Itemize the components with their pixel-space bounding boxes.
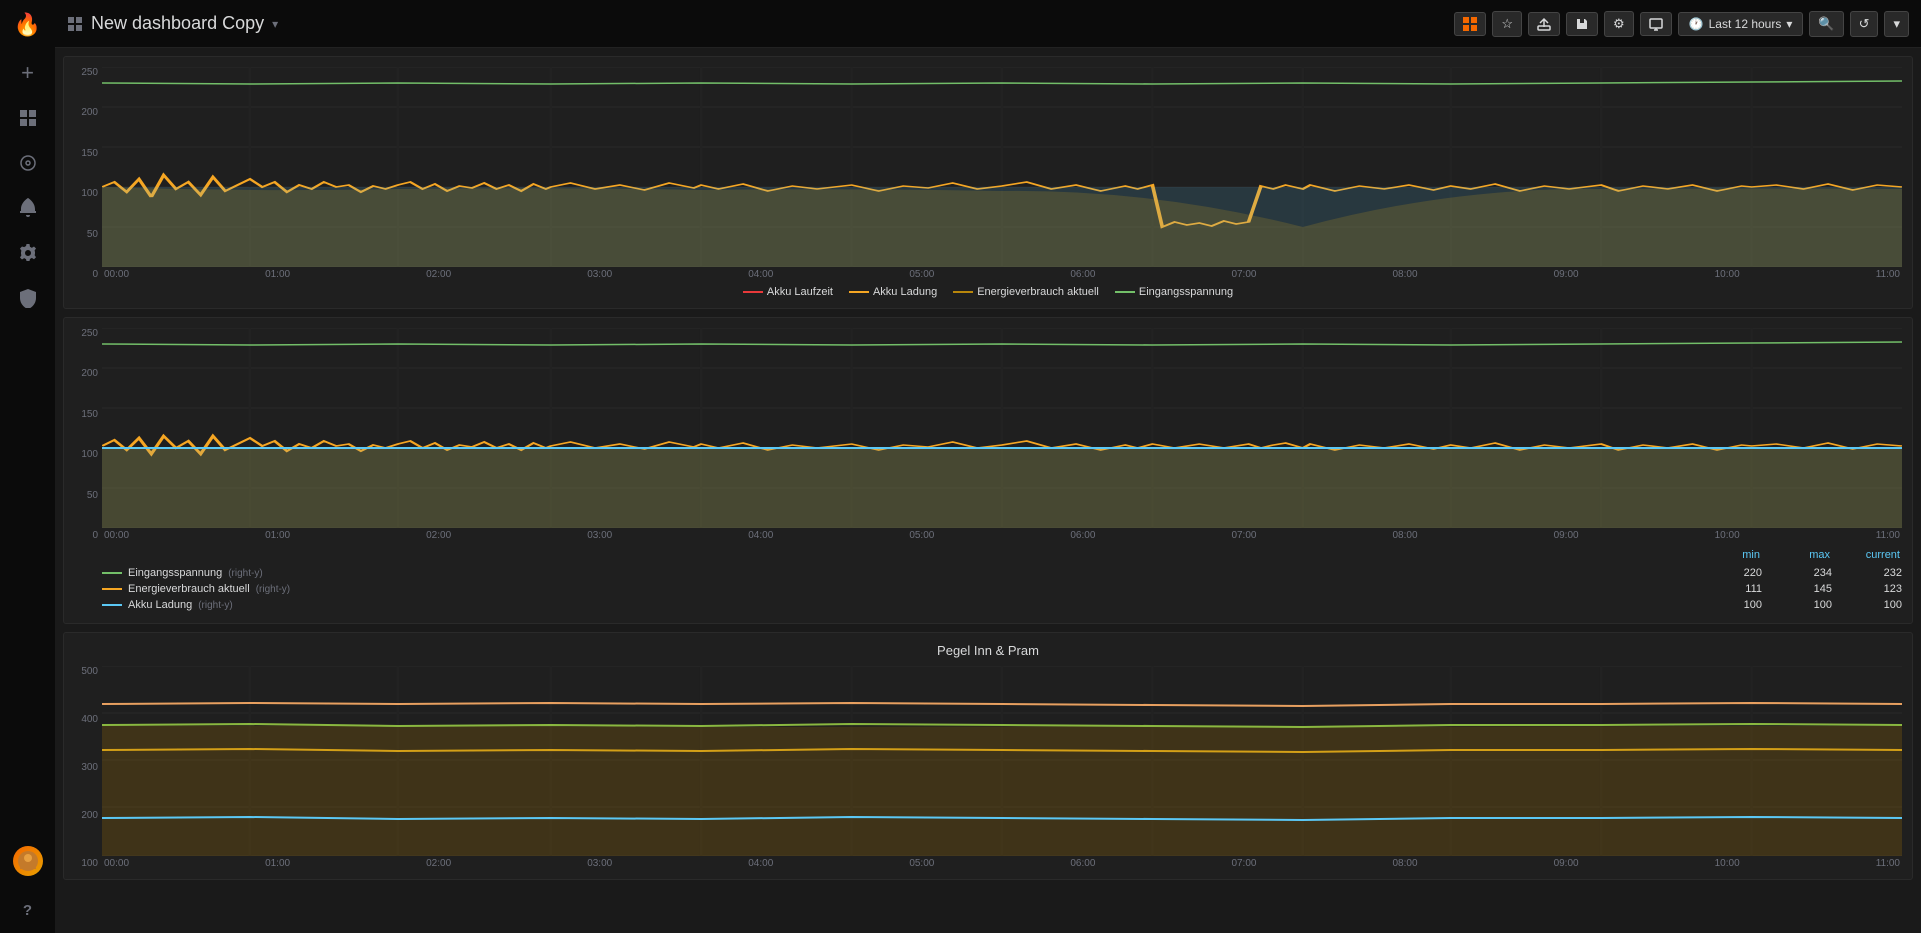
clock-icon: 🕐	[1689, 17, 1704, 31]
share-btn[interactable]	[1528, 12, 1560, 36]
dashboard-title: New dashboard Copy	[91, 13, 264, 34]
series-line-green	[102, 572, 122, 574]
chart1-area: 00:00 01:00 02:00 03:00 04:00 05:00 06:0…	[102, 67, 1902, 280]
legend-item-eingangsspannung: Eingangsspannung	[1115, 286, 1233, 298]
dashboard-content: 250 200 150 100 50 0	[55, 48, 1921, 933]
topbar-actions: ☆ ⚙ 🕐 Last 12 hours ▾ 🔍 ↺ ▾	[1454, 11, 1909, 37]
sidebar: 🔥 + ?	[0, 0, 55, 933]
chart1-legend: Akku Laufzeit Akku Ladung Energieverbrau…	[74, 286, 1902, 298]
save-btn[interactable]	[1566, 12, 1598, 36]
y-axis-chart3: 500 400 300 200 100	[74, 666, 102, 869]
val-current-3: 100	[1832, 599, 1902, 611]
legend-line-green	[1115, 291, 1135, 293]
sidebar-item-shield[interactable]	[0, 275, 55, 320]
refresh-btn[interactable]: ↺	[1850, 11, 1879, 37]
series-label-energieverbrauch: Energieverbrauch aktuell	[128, 583, 250, 595]
title-dropdown-icon[interactable]: ▾	[272, 17, 278, 31]
legend-line-orange	[849, 291, 869, 293]
val-current-2: 123	[1832, 583, 1902, 595]
val-current-1: 232	[1832, 567, 1902, 579]
sidebar-item-user[interactable]	[0, 843, 55, 888]
sidebar-item-add[interactable]: +	[0, 50, 55, 95]
legend-line-brown	[953, 291, 973, 293]
time-range-chevron: ▾	[1786, 17, 1792, 31]
sidebar-item-configuration[interactable]	[0, 230, 55, 275]
sidebar-item-explore[interactable]	[0, 140, 55, 185]
val-max-3: 100	[1762, 599, 1832, 611]
val-max-1: 234	[1762, 567, 1832, 579]
stats-row-akku-ladung: Akku Ladung (right-y) 100 100 100	[102, 597, 1902, 613]
chart1-svg	[102, 67, 1902, 267]
zoom-btn[interactable]: 🔍	[1809, 11, 1843, 37]
x-axis-chart2: 00:00 01:00 02:00 03:00 04:00 05:00 06:0…	[102, 530, 1902, 541]
chart3-area: 00:00 01:00 02:00 03:00 04:00 05:00 06:0…	[102, 666, 1902, 869]
display-btn[interactable]	[1640, 12, 1672, 36]
panel-btn[interactable]	[1454, 12, 1486, 36]
refresh-dropdown-btn[interactable]: ▾	[1884, 11, 1909, 37]
grid-icon	[67, 16, 83, 32]
stats-header: min max current	[102, 549, 1902, 561]
series-line-cyan	[102, 604, 122, 606]
val-min-2: 111	[1692, 583, 1762, 595]
time-range-label: Last 12 hours	[1709, 17, 1782, 31]
topbar: New dashboard Copy ▾ ☆ ⚙ 🕐 Last 12 hours…	[55, 0, 1921, 48]
x-axis-chart3: 00:00 01:00 02:00 03:00 04:00 05:00 06:0…	[102, 858, 1902, 869]
avatar[interactable]	[13, 846, 43, 876]
main-area: New dashboard Copy ▾ ☆ ⚙ 🕐 Last 12 hours…	[55, 0, 1921, 933]
chart3-title: Pegel Inn & Pram	[74, 643, 1902, 658]
val-max-2: 145	[1762, 583, 1832, 595]
series-line-orange	[102, 588, 122, 590]
star-btn[interactable]: ☆	[1492, 11, 1522, 37]
stats-row-eingangsspannung: Eingangsspannung (right-y) 220 234 232	[102, 565, 1902, 581]
legend-item-akku-ladung: Akku Ladung	[849, 286, 937, 298]
col-min: min	[1690, 549, 1760, 561]
topbar-title-area: New dashboard Copy ▾	[67, 13, 1454, 34]
legend-line-red	[743, 291, 763, 293]
sidebar-item-dashboards[interactable]	[0, 95, 55, 140]
y-axis-chart2: 250 200 150 100 50 0	[74, 328, 102, 541]
panel-chart3: Pegel Inn & Pram 500 400 300 200 100	[63, 632, 1913, 880]
series-label-akku-ladung: Akku Ladung	[128, 599, 192, 611]
col-current: current	[1830, 549, 1900, 561]
col-max: max	[1760, 549, 1830, 561]
series-tag-2: (right-y)	[256, 584, 290, 595]
series-label-eingangsspannung: Eingangsspannung	[128, 567, 222, 579]
chart2-stats: min max current Eingangsspannung (right-…	[74, 549, 1902, 613]
panel-chart1: 250 200 150 100 50 0	[63, 56, 1913, 309]
app-logo[interactable]: 🔥	[0, 0, 55, 50]
chart2-svg	[102, 328, 1902, 528]
x-axis-chart1: 00:00 01:00 02:00 03:00 04:00 05:00 06:0…	[102, 269, 1902, 280]
y-axis-chart1: 250 200 150 100 50 0	[74, 67, 102, 280]
settings-btn[interactable]: ⚙	[1604, 11, 1634, 37]
val-min-1: 220	[1692, 567, 1762, 579]
series-tag-1: (right-y)	[228, 568, 262, 579]
legend-item-akku-laufzeit: Akku Laufzeit	[743, 286, 833, 298]
chart2-area: 00:00 01:00 02:00 03:00 04:00 05:00 06:0…	[102, 328, 1902, 541]
time-range-btn[interactable]: 🕐 Last 12 hours ▾	[1678, 12, 1804, 36]
val-min-3: 100	[1692, 599, 1762, 611]
panel-chart2: 250 200 150 100 50 0	[63, 317, 1913, 624]
chart3-svg	[102, 666, 1902, 856]
sidebar-item-help[interactable]: ?	[0, 888, 55, 933]
sidebar-item-alerting[interactable]	[0, 185, 55, 230]
stats-row-energieverbrauch: Energieverbrauch aktuell (right-y) 111 1…	[102, 581, 1902, 597]
legend-item-energieverbrauch: Energieverbrauch aktuell	[953, 286, 1099, 298]
series-tag-3: (right-y)	[198, 600, 232, 611]
